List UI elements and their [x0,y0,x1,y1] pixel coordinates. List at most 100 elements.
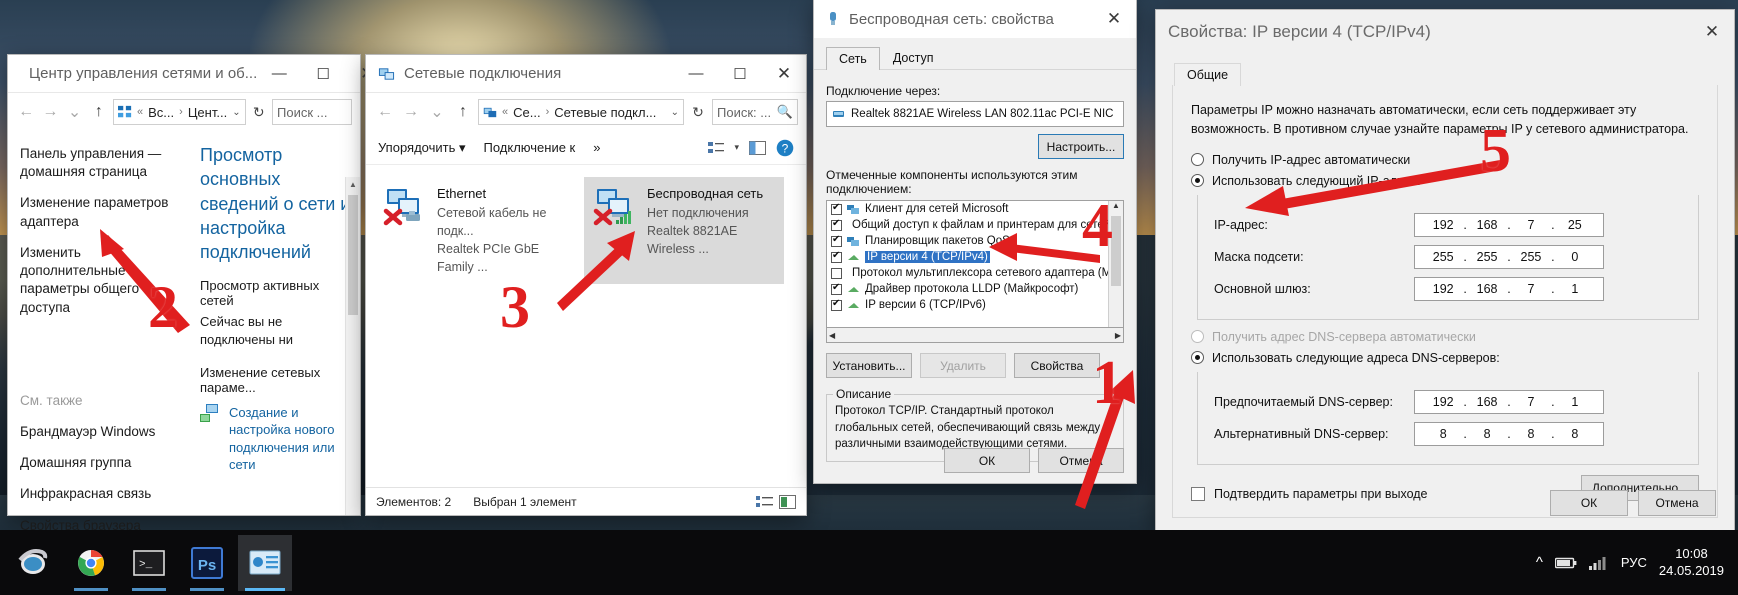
network-connections-window[interactable]: Сетевые подключения — ☐ ✕ ← → ⌄ ↑ « Се..… [366,55,806,515]
chevron-up-icon[interactable]: ^ [1536,554,1543,571]
tab-network[interactable]: Сеть [826,47,880,70]
up-icon[interactable]: ↑ [452,103,474,121]
components-hscrollbar[interactable]: ◀ ▶ [826,328,1124,343]
create-connection-link[interactable]: Создание и настройка нового подключения … [229,404,354,474]
clock[interactable]: 10:08 24.05.2019 [1659,546,1724,579]
component-checkbox[interactable] [831,234,842,247]
cancel-button[interactable]: Отмена [1638,490,1716,516]
language-indicator[interactable]: РУС [1621,555,1647,570]
component-row[interactable]: Планировщик пакетов QoS [827,233,1123,249]
window2-controls[interactable]: — ☐ ✕ [674,55,806,92]
use-following-ip-radio[interactable]: Использовать следующий IP-адрес: [1191,174,1699,188]
window3-controls[interactable]: ✕ [1092,0,1136,38]
ipv4-properties-dialog[interactable]: Свойства: IP версии 4 (TCP/IPv4) ✕ Общие… [1156,10,1734,530]
breadcrumb-part1[interactable]: Вс... [148,105,174,120]
window4-tabs[interactable]: Общие [1156,54,1734,86]
connect-to-button[interactable]: Подключение к [484,140,576,155]
ip-address-input[interactable]: 192. 168. 7. 25 [1414,212,1604,237]
network-and-sharing-center-window[interactable]: Центр управления сетями и об... — ☐ ✕ ← … [8,55,374,533]
recent-locations-icon[interactable]: ⌄ [426,102,448,122]
default-gateway-input[interactable]: 192. 168. 7. 1 [1414,276,1604,301]
component-checkbox[interactable] [831,298,842,311]
component-row[interactable]: IP версии 6 (TCP/IPv6) [827,297,1123,313]
scroll-up-icon[interactable]: ▲ [346,177,360,192]
window3-tabs[interactable]: Сеть Доступ [814,38,1136,70]
search-icon[interactable]: 🔍 [777,104,793,120]
ok-button[interactable]: ОК [1550,490,1628,516]
obtain-ip-automatically-radio[interactable]: Получить IP-адрес автоматически [1191,153,1699,167]
window1-navbar[interactable]: ← → ⌄ ↑ « Вс... › Цент... ⌄ ↻ Поиск ... [8,93,360,131]
wireless-adapter-item[interactable]: Беспроводная сеть Нет подключения Realte… [584,177,784,285]
configure-button[interactable]: Настроить... [1038,134,1124,159]
component-checkbox[interactable] [831,250,842,263]
default-gateway-row[interactable]: Основной шлюз: 192. 168. 7. 1 [1214,276,1686,301]
change-adapter-settings-link[interactable]: Изменение параметров адаптера [20,194,186,230]
refresh-icon[interactable]: ↻ [688,104,708,121]
scroll-left-icon[interactable]: ◀ [829,331,835,340]
window4-footer[interactable]: ОК Отмена [1550,490,1716,516]
install-button[interactable]: Установить... [826,353,912,378]
radio-icon[interactable] [1191,174,1204,187]
breadcrumb-part2[interactable]: Цент... [188,105,227,120]
radio-icon[interactable] [1191,351,1204,364]
see-also-infrared[interactable]: Инфракрасная связь [20,485,186,503]
chevron-down-icon[interactable]: ⌄ [671,107,679,118]
subnet-mask-row[interactable]: Маска подсети: 255. 255. 255. 0 [1214,244,1686,269]
address-bar[interactable]: « Се... › Сетевые подкл... ⌄ [478,99,684,125]
terminal-icon[interactable]: >_ [122,535,176,591]
radio-icon[interactable] [1191,153,1204,166]
component-row[interactable]: Общий доступ к файлам и принтерам для се… [827,217,1123,233]
ok-button[interactable]: ОК [944,448,1030,473]
ipv4-component-row[interactable]: IP версии 4 (TCP/IPv4) [827,249,1123,265]
up-icon[interactable]: ↑ [89,103,109,121]
forward-icon[interactable]: → [40,103,60,121]
network-icon[interactable] [1588,555,1609,571]
system-tray[interactable]: ^ РУС 10:08 24.05.2019 [1536,546,1738,579]
window4-controls[interactable]: ✕ [1690,10,1734,54]
more-commands-button[interactable]: » [593,140,600,155]
tiles-view-icon[interactable] [779,494,796,509]
sidebar-item-control-panel-home[interactable]: Панель управления — домашняя страница [20,145,186,181]
radio-icon[interactable] [1191,330,1204,343]
see-also-homegroup[interactable]: Домашняя группа [20,454,186,472]
minimize-button[interactable]: — [257,55,301,92]
details-view-icon[interactable] [756,495,773,509]
taskbar-pinned-items[interactable]: >_ Ps [0,534,292,591]
back-icon[interactable]: ← [374,103,396,121]
scroll-right-icon[interactable]: ▶ [1115,331,1121,340]
window2-navbar[interactable]: ← → ⌄ ↑ « Се... › Сетевые подкл... ⌄ ↻ П… [366,93,806,131]
ip-address-row[interactable]: IP-адрес: 192. 168. 7. 25 [1214,212,1686,237]
validate-settings-checkbox-row[interactable]: Подтвердить параметры при выходе [1191,486,1428,501]
minimize-button[interactable]: — [674,55,718,92]
breadcrumb-part1[interactable]: Се... [513,105,540,120]
alternate-dns-input[interactable]: 8. 8. 8. 8 [1414,421,1604,446]
refresh-icon[interactable]: ↻ [250,104,268,121]
adapter-list[interactable]: Ethernet Сетевой кабель не подк... Realt… [366,165,806,285]
close-button[interactable]: ✕ [762,55,806,92]
chrome-icon[interactable] [64,535,118,591]
window3-titlebar[interactable]: Беспроводная сеть: свойства ✕ [814,0,1136,38]
obtain-dns-automatically-radio[interactable]: Получить адрес DNS-сервера автоматически [1191,330,1699,344]
properties-button[interactable]: Свойства [1014,353,1100,378]
preferred-dns-row[interactable]: Предпочитаемый DNS-сервер: 192. 168. 7. … [1214,389,1686,414]
close-button[interactable]: ✕ [1690,10,1734,54]
scroll-thumb[interactable] [348,195,358,315]
recent-locations-icon[interactable]: ⌄ [65,102,85,122]
component-checkbox[interactable] [831,282,842,295]
maximize-button[interactable]: ☐ [301,55,345,92]
chevron-down-icon[interactable]: ⌄ [232,107,240,118]
view-caret-icon[interactable]: ▾ [734,142,739,153]
ethernet-adapter-item[interactable]: Ethernet Сетевой кабель не подк... Realt… [374,177,574,284]
component-row[interactable]: Драйвер протокола LLDP (Майкрософт) [827,281,1123,297]
taskbar[interactable]: >_ Ps ^ РУС 10:08 24.05.2019 [0,530,1738,595]
window1-scrollbar[interactable]: ▲ [345,177,360,515]
control-panel-icon[interactable] [238,534,292,591]
forward-icon[interactable]: → [400,103,422,121]
help-icon[interactable]: ? [776,139,794,157]
address-bar[interactable]: « Вс... › Цент... ⌄ [113,99,246,125]
component-checkbox[interactable] [831,202,842,215]
search-input[interactable]: Поиск ... [272,99,352,125]
organize-button[interactable]: Упорядочить ▾ [378,140,466,156]
ie-icon[interactable] [6,535,60,591]
alternate-dns-row[interactable]: Альтернативный DNS-сервер: 8. 8. 8. 8 [1214,421,1686,446]
